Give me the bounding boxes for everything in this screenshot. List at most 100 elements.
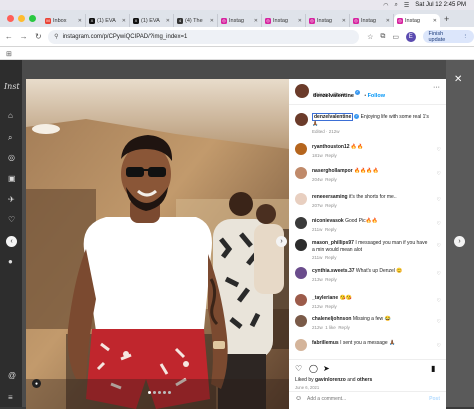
comment-time[interactable]: 207w: [312, 203, 323, 208]
emoji-icon[interactable]: ☺: [295, 395, 302, 402]
comment-reply-button[interactable]: Reply: [325, 177, 337, 182]
more-options-icon[interactable]: ···: [433, 84, 440, 91]
sidepanel-icon[interactable]: ▭: [392, 33, 399, 41]
browser-tab[interactable]: X (1) EVA ✕: [86, 14, 130, 27]
post-comment-button[interactable]: Post: [429, 396, 440, 402]
comment-reply-button[interactable]: Reply: [325, 227, 337, 232]
comment-time[interactable]: 212w: [312, 304, 323, 309]
comment-reply-button[interactable]: Reply: [325, 153, 337, 158]
menubar-datetime[interactable]: Sat Jul 12 2:45 PM: [415, 2, 466, 8]
next-post-button[interactable]: ›: [454, 236, 465, 247]
commenter-username[interactable]: mason_phillips97: [312, 240, 354, 246]
bookmark-star-icon[interactable]: ☆: [367, 33, 373, 41]
browser-tab[interactable]: ◎ Instag ✕: [306, 14, 350, 27]
browser-tab[interactable]: ◎ Instag ✕: [218, 14, 262, 27]
commenter-username[interactable]: cynthia.sweets.37: [312, 268, 355, 274]
wifi-icon[interactable]: ◠: [383, 2, 388, 9]
control-center-icon[interactable]: ☰: [404, 2, 409, 9]
browser-tab[interactable]: X (1) EVA ✕: [130, 14, 174, 27]
comment-reply-button[interactable]: Reply: [325, 304, 337, 309]
finish-update-button[interactable]: Finish update ⋮: [422, 30, 474, 43]
share-icon[interactable]: ➤: [323, 364, 330, 373]
commenter-username[interactable]: ryanthouston12: [312, 144, 350, 150]
extensions-icon[interactable]: ⧉: [380, 33, 385, 41]
browser-tab[interactable]: ◎ Instag ✕: [262, 14, 306, 27]
comment-reply-button[interactable]: Reply: [338, 325, 350, 330]
add-comment-input[interactable]: [307, 394, 417, 404]
tagged-user-icon[interactable]: ●: [32, 379, 41, 388]
comment-time[interactable]: 211w: [312, 227, 322, 232]
comment-like-heart-icon[interactable]: ♡: [437, 221, 441, 227]
liked-by-user[interactable]: gavinlorenzo: [315, 377, 346, 383]
messages-icon[interactable]: ✈: [8, 196, 16, 204]
comment-time[interactable]: 181w: [312, 153, 323, 158]
minimize-window-button[interactable]: [18, 15, 25, 22]
threads-icon[interactable]: @: [8, 372, 16, 380]
comment-time[interactable]: 211w: [312, 255, 322, 260]
instagram-logo[interactable]: Inst: [4, 82, 20, 91]
tab-close-icon[interactable]: ✕: [298, 18, 302, 24]
notifications-heart-icon[interactable]: ♡: [8, 216, 16, 224]
comment-like-heart-icon[interactable]: ♡: [437, 243, 441, 249]
comment-like-heart-icon[interactable]: ♡: [437, 319, 441, 325]
commenter-avatar[interactable]: [295, 239, 307, 251]
liked-by-others[interactable]: others: [357, 377, 372, 383]
comment-like-heart-icon[interactable]: ♡: [437, 197, 441, 203]
commenter-avatar[interactable]: [295, 294, 307, 306]
commenter-username[interactable]: naserghollampor: [312, 168, 353, 174]
comment-icon[interactable]: ◯: [309, 364, 318, 373]
maximize-window-button[interactable]: [29, 15, 36, 22]
close-icon[interactable]: ✕: [454, 74, 462, 85]
browser-tab[interactable]: ◎ Instag ✕: [350, 14, 394, 27]
comment-time[interactable]: 213w: [312, 277, 323, 282]
commenter-avatar[interactable]: [295, 193, 307, 205]
author-avatar[interactable]: [295, 84, 309, 98]
commenter-username[interactable]: chaleneljohnson: [312, 316, 351, 322]
commenter-username[interactable]: fabrillemus: [312, 340, 339, 346]
commenter-avatar[interactable]: [295, 315, 307, 327]
commenter-username[interactable]: _tayleriane: [312, 295, 338, 301]
like-heart-icon[interactable]: ♡: [295, 364, 302, 373]
next-image-button[interactable]: ›: [276, 236, 287, 247]
tab-close-icon[interactable]: ✕: [210, 18, 214, 24]
comment-like-heart-icon[interactable]: ♡: [437, 147, 441, 153]
browser-tab[interactable]: 4 (4) The ✕: [174, 14, 218, 27]
previous-post-button[interactable]: ‹: [6, 236, 17, 247]
tab-close-icon[interactable]: ✕: [386, 18, 390, 24]
tab-close-icon[interactable]: ✕: [122, 18, 126, 24]
address-bar[interactable]: ⚲ instagram.com/p/CPywiQCIPAD/?img_index…: [48, 29, 360, 44]
commenter-avatar[interactable]: [295, 267, 307, 279]
commenter-username[interactable]: reneeersaming: [312, 194, 348, 200]
comment-like-heart-icon[interactable]: ♡: [437, 171, 441, 177]
post-photo[interactable]: ●: [26, 79, 289, 409]
back-button[interactable]: ←: [3, 32, 15, 41]
comment-reply-button[interactable]: Reply: [325, 203, 337, 208]
comment-reply-button[interactable]: Reply: [325, 255, 337, 260]
comment-reply-button[interactable]: Reply: [325, 277, 337, 282]
save-bookmark-icon[interactable]: ▮: [431, 364, 435, 373]
commenter-username[interactable]: niconievasok: [312, 218, 344, 224]
profile-icon[interactable]: ●: [8, 258, 16, 266]
browser-tab[interactable]: ◎ Instag ✕: [394, 14, 440, 27]
apps-grid-icon[interactable]: ⊞: [6, 50, 12, 58]
commenter-avatar[interactable]: [295, 143, 307, 155]
close-window-button[interactable]: [7, 15, 14, 22]
commenter-avatar[interactable]: [295, 217, 307, 229]
site-info-icon[interactable]: ⚲: [54, 33, 58, 40]
tab-close-icon[interactable]: ✕: [254, 18, 258, 24]
commenter-avatar[interactable]: [295, 167, 307, 179]
caption-avatar[interactable]: [295, 113, 308, 126]
tab-close-icon[interactable]: ✕: [78, 18, 82, 24]
post-location[interactable]: Chicago, Illinois: [313, 92, 345, 97]
new-tab-button[interactable]: +: [440, 14, 453, 24]
comment-time[interactable]: 212w: [312, 325, 323, 330]
forward-button[interactable]: →: [18, 32, 30, 41]
comment-like-heart-icon[interactable]: ♡: [437, 343, 441, 349]
comment-like-heart-icon[interactable]: ♡: [437, 271, 441, 277]
tab-close-icon[interactable]: ✕: [433, 18, 437, 24]
profile-avatar[interactable]: E: [405, 31, 416, 42]
home-icon[interactable]: ⌂: [8, 112, 16, 120]
reload-button[interactable]: ↻: [32, 32, 44, 41]
search-icon[interactable]: ⌕: [395, 2, 398, 9]
menu-icon[interactable]: ≡: [8, 394, 16, 402]
